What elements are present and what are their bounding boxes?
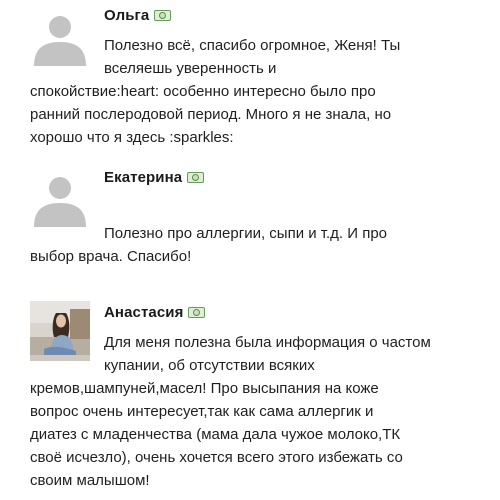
money-icon	[188, 306, 206, 318]
photo-avatar[interactable]	[30, 301, 90, 361]
comment-text: спокойствие:heart: особенно интересно бы…	[30, 80, 391, 149]
comments-list: Ольга Полезно всё, спасибо огромное, Жен…	[0, 0, 500, 500]
user-photo	[30, 301, 90, 361]
comment-text-line: Полезно всё, спасибо огромное, Женя! Ты	[104, 37, 401, 54]
comment-text-line: Полезно про аллергии, сыпи и т.д. И про	[104, 225, 388, 242]
comment-text-line: купании, об отсутствии всяких	[104, 357, 315, 374]
comment-author[interactable]: Анастасия	[104, 304, 183, 321]
default-avatar[interactable]	[30, 167, 90, 227]
comment-text-line: своим малышом!	[30, 472, 150, 489]
comment-author[interactable]: Екатерина	[104, 169, 182, 186]
comment-text-line: диатез с младенчества (мама дала чужое м…	[30, 426, 401, 443]
comment-text-line: хорошо что я здесь :sparkles:	[30, 129, 234, 146]
comment-text-line: вопрос очень интересует,так как сама алл…	[30, 403, 374, 420]
person-silhouette-icon	[30, 167, 90, 227]
comment-text: Полезно всё, спасибо огромное, Женя! Ты …	[104, 34, 400, 80]
comment-text-line: выбор врача. Спасибо!	[30, 248, 192, 265]
money-icon	[187, 171, 205, 183]
comment-text-line: своё исчезло), очень хочется всего этого…	[30, 449, 403, 466]
comment-text-line: кремов,шампуней,масел! Про высыпания на …	[30, 380, 379, 397]
comment-text-line: спокойствие:heart: особенно интересно бы…	[30, 83, 376, 100]
comment-text-line: ранний послеродовой период. Много я не з…	[30, 106, 392, 123]
comment-author[interactable]: Ольга	[104, 7, 149, 24]
comment-text: Для меня полезна была информация о часто…	[104, 331, 431, 377]
person-silhouette-icon	[30, 6, 90, 66]
comment-text: выбор врача. Спасибо!	[30, 245, 191, 268]
money-icon	[154, 9, 172, 21]
default-avatar[interactable]	[30, 6, 90, 66]
comment-text-line: Для меня полезна была информация о часто…	[104, 334, 431, 351]
comment-text-line: вселяешь уверенность и	[104, 60, 277, 77]
comment-text: Полезно про аллергии, сыпи и т.д. И про	[104, 222, 387, 245]
comment-text: кремов,шампуней,масел! Про высыпания на …	[30, 377, 403, 492]
